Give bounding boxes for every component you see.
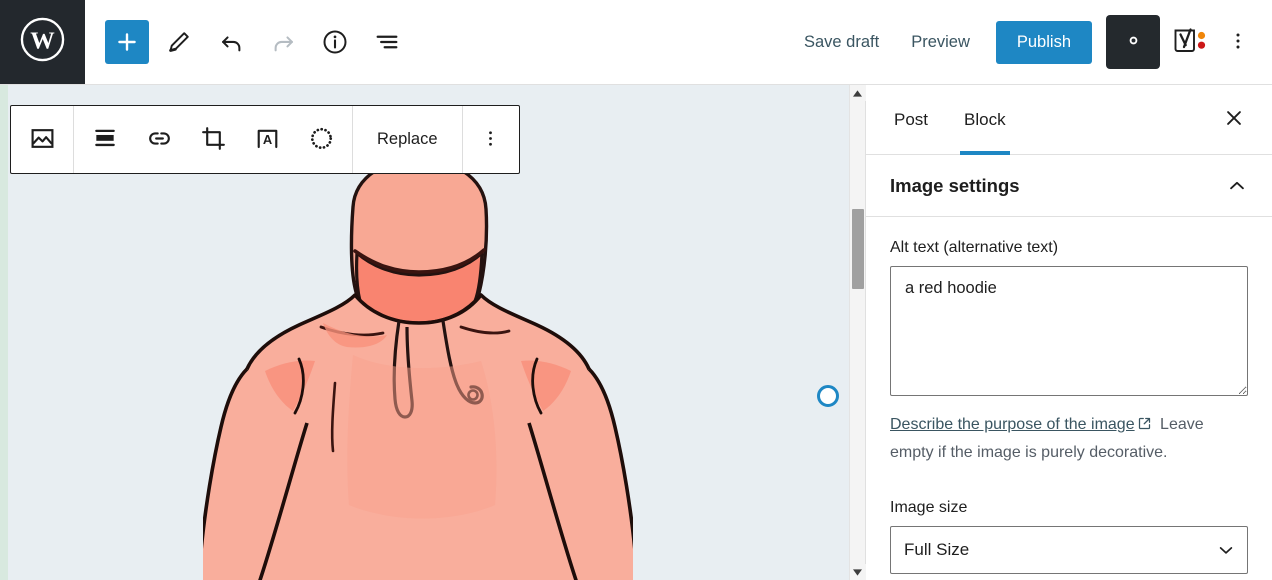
undo-arrow-icon: [218, 29, 245, 56]
tab-block[interactable]: Block: [946, 85, 1024, 155]
edit-mode-button[interactable]: [157, 20, 201, 64]
yoast-seo-icon: [1173, 27, 1207, 58]
canvas-scrollbar[interactable]: [849, 84, 866, 580]
canvas-content: A Replace: [8, 85, 849, 580]
svg-text:A: A: [262, 132, 271, 147]
details-button[interactable]: [313, 20, 357, 64]
scrollbar-thumb[interactable]: [851, 209, 864, 289]
sidebar-tablist: Post Block: [866, 85, 1272, 155]
editor-body: A Replace Post Block Image settings Alt …: [0, 85, 1272, 580]
hoodie-illustration: [203, 155, 633, 580]
alt-text-input[interactable]: [890, 266, 1248, 396]
add-text-over-image-button[interactable]: A: [240, 106, 294, 173]
alt-text-help: Describe the purpose of the image Leave …: [890, 412, 1248, 467]
external-link-icon: [1137, 414, 1152, 440]
crop-button[interactable]: [186, 106, 240, 173]
settings-sidebar: Post Block Image settings Alt text (alte…: [865, 85, 1272, 580]
image-settings-panel-header[interactable]: Image settings: [866, 155, 1272, 217]
yoast-seo-button[interactable]: [1166, 18, 1214, 66]
block-toolbar: A Replace: [10, 105, 520, 174]
image-settings-panel-body: Alt text (alternative text) Describe the…: [866, 217, 1272, 574]
info-circle-icon: [321, 28, 349, 56]
scroll-down-arrow-icon: [853, 563, 862, 580]
describe-purpose-link[interactable]: Describe the purpose of the image: [890, 416, 1135, 433]
header-tool-group: [85, 0, 409, 84]
editor-header: W Save draft Preview Publish: [0, 0, 1272, 85]
settings-toggle-button[interactable]: [1106, 15, 1160, 69]
block-type-group: [11, 106, 74, 173]
block-more-group: [463, 106, 519, 173]
wordpress-logo-button[interactable]: W: [0, 0, 85, 84]
duotone-filter-icon: [308, 125, 335, 155]
block-more-options-button[interactable]: [467, 106, 515, 173]
replace-group: Replace: [353, 106, 463, 173]
image-icon: [29, 125, 56, 155]
block-type-button[interactable]: [15, 106, 69, 173]
block-format-group: A: [74, 106, 353, 173]
close-icon: [1223, 107, 1245, 132]
image-resize-handle[interactable]: [817, 385, 839, 407]
canvas-left-accent-strip: [0, 85, 8, 580]
image-size-field: Image size ThumbnailMediumLargeFull Size: [890, 499, 1248, 574]
replace-button[interactable]: Replace: [357, 106, 458, 173]
scroll-up-arrow-icon: [853, 84, 862, 102]
duotone-filter-button[interactable]: [294, 106, 348, 173]
plus-icon: [114, 29, 140, 55]
align-center-icon: [92, 125, 118, 154]
header-spacer: [409, 0, 788, 84]
gear-icon: [1121, 28, 1146, 56]
image-size-select[interactable]: ThumbnailMediumLargeFull Size: [890, 525, 1248, 574]
wordpress-logo-icon: W: [19, 16, 66, 68]
image-block[interactable]: [8, 155, 839, 580]
preview-button[interactable]: Preview: [895, 23, 986, 62]
image-size-label: Image size: [890, 498, 968, 516]
kebab-menu-icon: [480, 128, 501, 152]
redo-button[interactable]: [261, 20, 305, 64]
tab-post[interactable]: Post: [876, 85, 946, 154]
kebab-menu-icon: [1227, 30, 1249, 55]
editor-canvas[interactable]: A Replace: [0, 85, 849, 580]
more-options-button[interactable]: [1218, 20, 1258, 64]
link-button[interactable]: [132, 106, 186, 173]
pencil-icon: [166, 29, 192, 55]
list-view-icon: [373, 28, 401, 56]
undo-button[interactable]: [209, 20, 253, 64]
scrollbar-track[interactable]: [850, 101, 866, 564]
alt-text-label: Alt text (alternative text): [890, 239, 1059, 256]
add-block-button[interactable]: [105, 20, 149, 64]
save-draft-button[interactable]: Save draft: [788, 23, 895, 62]
wordpress-block-editor: W Save draft Preview Publish A Replace P…: [0, 0, 1272, 580]
list-view-button[interactable]: [365, 20, 409, 64]
panel-title: Image settings: [890, 174, 1020, 196]
svg-text:W: W: [30, 27, 55, 54]
scroll-up-button[interactable]: [849, 84, 866, 102]
align-button[interactable]: [78, 106, 132, 173]
scroll-down-button[interactable]: [849, 563, 866, 580]
crop-icon: [200, 125, 227, 155]
add-text-over-image-icon: A: [254, 125, 281, 155]
link-icon: [146, 125, 173, 155]
redo-arrow-icon: [270, 29, 297, 56]
chevron-up-icon: [1226, 175, 1248, 197]
image-size-select-wrapper: ThumbnailMediumLargeFull Size: [890, 525, 1248, 574]
publish-button[interactable]: Publish: [995, 20, 1092, 64]
header-actions: Save draft Preview Publish: [788, 0, 1272, 84]
close-sidebar-button[interactable]: [1214, 100, 1254, 140]
